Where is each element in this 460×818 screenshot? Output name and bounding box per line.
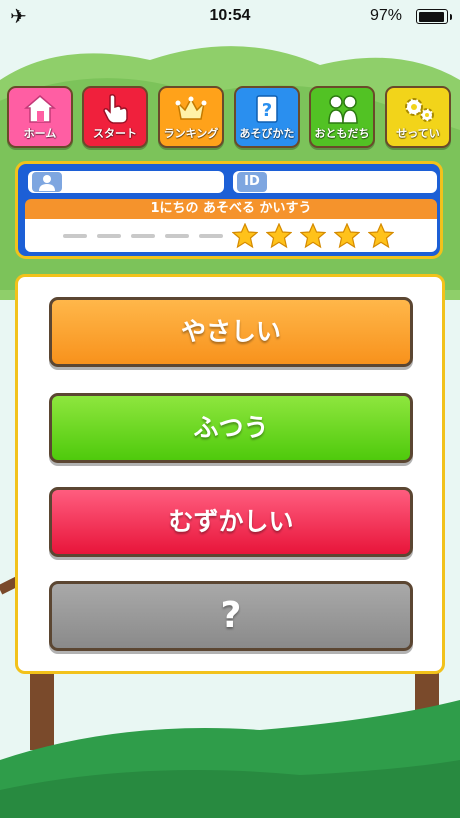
battery-icon xyxy=(416,9,452,24)
status-bar: ✈ 10:54 97% xyxy=(0,0,460,32)
nav-home-button[interactable]: ホーム xyxy=(7,86,73,148)
difficulty-panel: やさしい ふつう むずかしい ? xyxy=(15,274,445,674)
star-icon xyxy=(368,223,394,249)
star-icon xyxy=(300,223,326,249)
id-label: ID xyxy=(237,172,267,192)
top-navigation: ホーム スタート ランキング ? あそびかた おともだち せってい xyxy=(7,86,455,150)
hard-button[interactable]: むずかしい xyxy=(49,487,413,557)
nav-friends-label: おともだち xyxy=(314,127,370,140)
battery-nub xyxy=(449,13,452,20)
star-icon xyxy=(334,223,360,249)
nav-settings-label: せってい xyxy=(396,127,440,140)
question-icon: ? xyxy=(256,95,278,123)
used-play-dash xyxy=(165,234,189,238)
used-play-dash xyxy=(63,234,87,238)
nav-howto-button[interactable]: ? あそびかた xyxy=(234,86,300,148)
star-icon xyxy=(266,223,292,249)
daily-plays-meter xyxy=(25,219,437,252)
pointing-hand-icon xyxy=(103,94,128,124)
home-icon xyxy=(24,95,56,123)
nav-howto-label: あそびかた xyxy=(239,127,295,140)
battery-percent: 97% xyxy=(369,7,402,24)
gears-icon xyxy=(405,98,434,122)
used-play-dash xyxy=(97,234,121,238)
friends-icon xyxy=(328,95,358,124)
nav-ranking-label: ランキング xyxy=(163,127,219,140)
player-info-panel: ID 1にちの あそべる かいすう xyxy=(15,161,443,259)
used-play-dash xyxy=(131,234,155,238)
user-icon xyxy=(32,172,62,192)
nav-ranking-button[interactable]: ランキング xyxy=(158,86,224,148)
battery-level-fill xyxy=(418,11,444,22)
nav-settings-button[interactable]: せってい xyxy=(385,86,451,148)
player-id-field: ID xyxy=(233,171,437,193)
daily-plays-label: 1にちの あそべる かいすう xyxy=(25,199,437,219)
svg-text:?: ? xyxy=(262,100,272,121)
crown-icon xyxy=(175,96,207,120)
nav-home-label: ホーム xyxy=(23,127,57,140)
normal-button[interactable]: ふつう xyxy=(49,393,413,463)
star-icon xyxy=(232,223,258,249)
nav-start-button[interactable]: スタート xyxy=(82,86,148,148)
used-play-dash xyxy=(199,234,223,238)
nav-friends-button[interactable]: おともだち xyxy=(309,86,375,148)
nav-start-label: スタート xyxy=(93,127,137,140)
secret-button[interactable]: ? xyxy=(49,581,413,651)
easy-button[interactable]: やさしい xyxy=(49,297,413,367)
user-name-field xyxy=(28,171,224,193)
